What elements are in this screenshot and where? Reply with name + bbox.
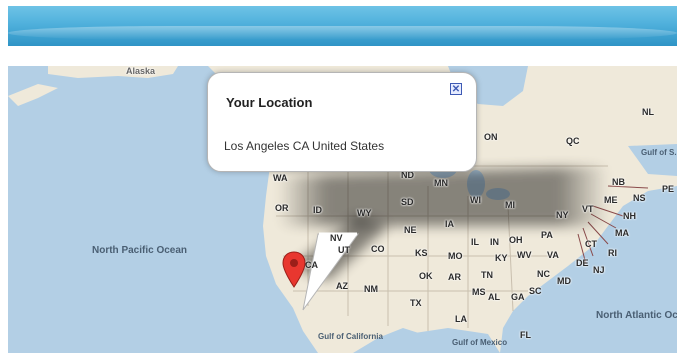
label-wi: WI (470, 195, 481, 205)
label-nj: NJ (593, 265, 605, 275)
label-gulf-california: Gulf of California (318, 332, 383, 341)
label-tx: TX (410, 298, 422, 308)
label-sd: SD (401, 197, 414, 207)
info-window: Your Location ✕ Los Angeles CA United St… (207, 72, 477, 172)
label-vt: VT (582, 204, 594, 214)
label-on: ON (484, 132, 498, 142)
label-gulf-mexico: Gulf of Mexico (452, 338, 508, 347)
label-nv: NV (330, 233, 343, 243)
label-north-pacific: North Pacific Ocean (92, 245, 188, 256)
label-me: ME (604, 195, 618, 205)
label-oh: OH (509, 235, 523, 245)
label-nc: NC (537, 269, 550, 279)
label-fl: FL (520, 330, 531, 340)
label-pa: PA (541, 230, 553, 240)
label-ks: KS (415, 248, 428, 258)
label-wv: WV (517, 250, 532, 260)
label-ne: NE (404, 225, 417, 235)
location-text: Los Angeles CA United States (224, 139, 385, 153)
label-pe: PE (662, 184, 675, 194)
label-il: IL (471, 237, 479, 247)
label-nb: NB (612, 177, 625, 187)
label-ky: KY (495, 253, 508, 263)
label-ms: MS (472, 287, 486, 297)
label-ct: CT (585, 239, 597, 249)
label-ga: GA (511, 292, 525, 302)
label-md: MD (557, 276, 571, 286)
label-alaska: Alaska (126, 66, 156, 76)
label-al: AL (488, 292, 500, 302)
label-ut: UT (338, 245, 350, 255)
label-north-atlantic: North Atlantic Ocean (596, 310, 677, 321)
label-mi: MI (505, 200, 515, 210)
label-ar: AR (448, 272, 461, 282)
label-or: OR (275, 203, 289, 213)
label-mo: MO (448, 251, 463, 261)
label-sc: SC (529, 286, 542, 296)
label-qc: QC (566, 136, 580, 146)
label-nm: NM (364, 284, 378, 294)
label-in: IN (490, 237, 499, 247)
label-nl: NL (642, 107, 654, 117)
label-nh: NH (623, 211, 636, 221)
label-tn: TN (481, 270, 493, 280)
label-de: DE (576, 258, 589, 268)
close-icon[interactable]: ✕ (450, 83, 462, 95)
label-ok: OK (419, 271, 433, 281)
info-window-title: Your Location (226, 95, 313, 110)
label-ny: NY (556, 210, 569, 220)
label-id: ID (313, 205, 322, 215)
label-co: CO (371, 244, 385, 254)
label-wy: WY (357, 208, 372, 218)
label-ri: RI (608, 248, 617, 258)
label-ia: IA (445, 219, 454, 229)
label-wa: WA (273, 173, 288, 183)
label-ma: MA (615, 228, 629, 238)
map-pin-icon[interactable] (282, 251, 306, 289)
label-gulf-st-lawrence: Gulf of S. Lawrence (641, 148, 677, 157)
label-va: VA (547, 250, 559, 260)
label-az: AZ (336, 281, 348, 291)
label-la: LA (455, 314, 467, 324)
label-mn: MN (434, 178, 448, 188)
header-banner (8, 6, 677, 46)
label-ca: CA (305, 260, 318, 270)
label-ns: NS (633, 193, 646, 203)
